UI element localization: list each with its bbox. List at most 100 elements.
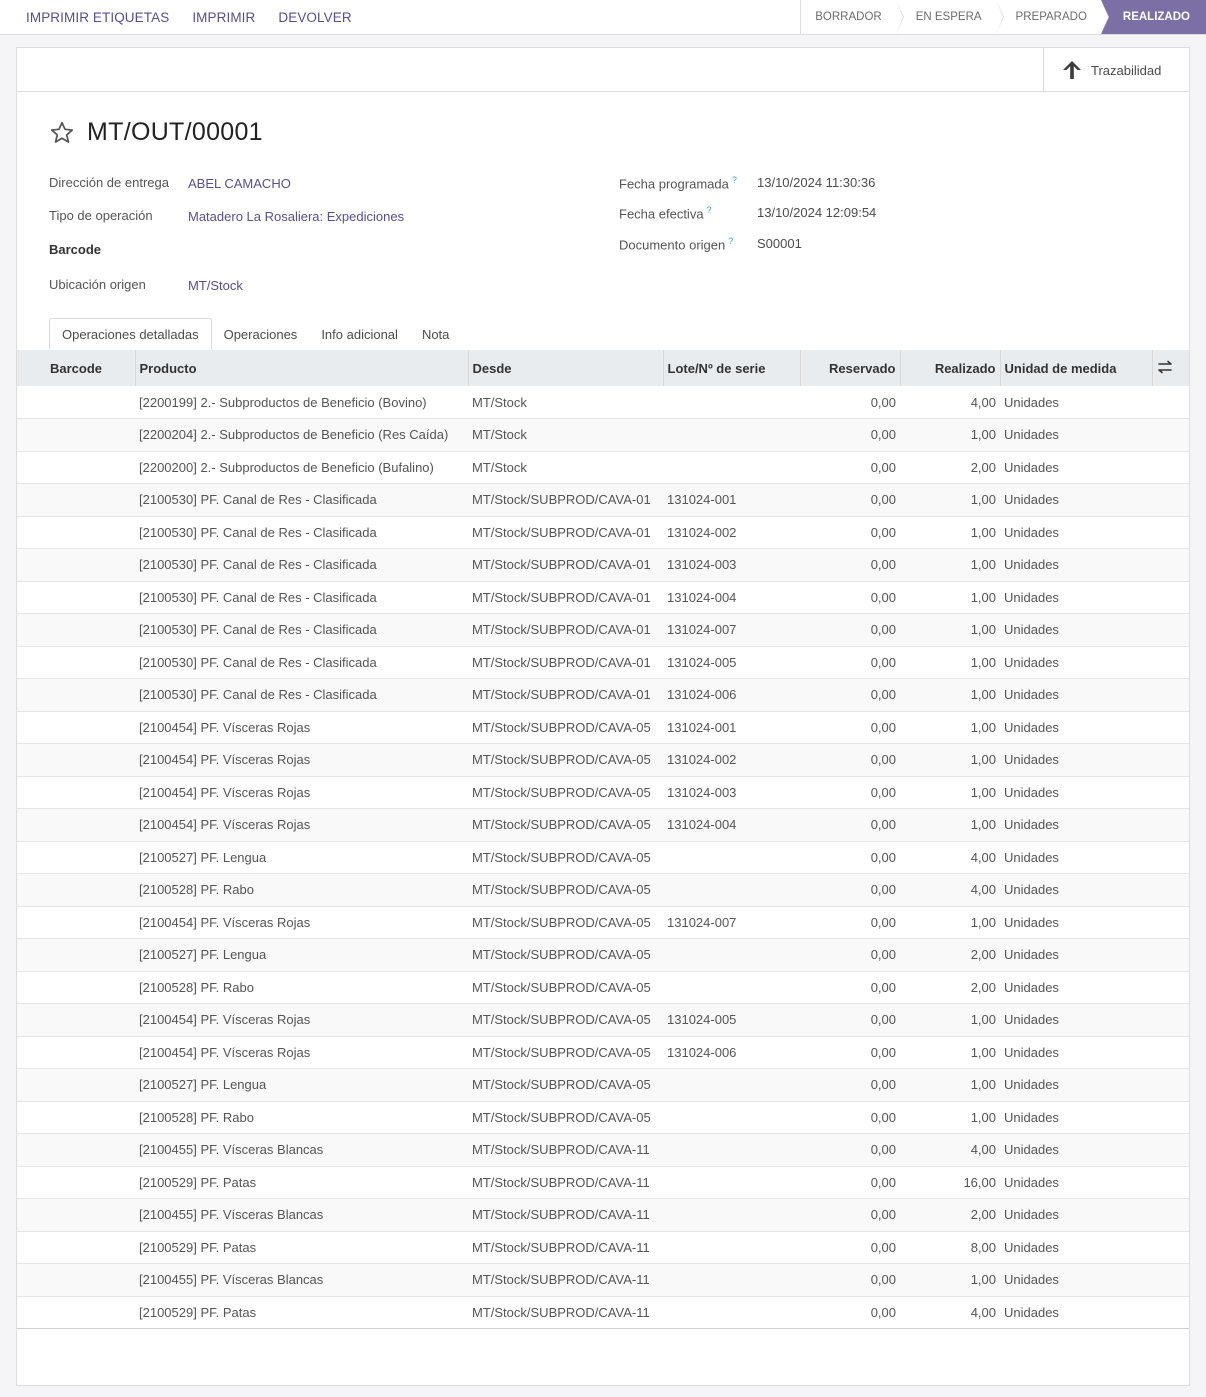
table-row[interactable]: [2100454] PF. Vísceras Rojas MT/Stock/SUB… [17,743,1189,777]
table-row[interactable]: [2100454] PF. Vísceras Rojas MT/Stock/SUB… [17,711,1189,744]
uom-cell: Unidades [1004,1207,1059,1223]
lot-cell [663,1199,800,1232]
stage-en-espera[interactable]: EN ESPERA [895,0,1004,34]
tab-additional-info[interactable]: Info adicional [309,318,410,350]
done-cell: 1,00 [970,1272,996,1288]
column-header-reserved[interactable]: Reservado [800,350,901,386]
table-row[interactable]: [2100454] PF. Vísceras Rojas MT/Stock/SUB… [17,1003,1189,1037]
source-location-label: Ubicación origen [49,277,146,292]
column-header-done[interactable]: Realizado [900,350,1001,386]
table-row[interactable]: [2100530] PF. Canal de Res - Clasificada… [17,548,1189,581]
table-row[interactable]: [2100527] PF. Lengua MT/Stock/SUBPROD/CAV… [17,841,1189,874]
product-cell: [2200200] 2.- Subproductos de Beneficio … [139,459,434,475]
uom-cell: Unidades [1004,589,1059,605]
table-row[interactable]: [2100454] PF. Vísceras Rojas MT/Stock/SUB… [17,1036,1189,1069]
control-panel: IMPRIMIR ETIQUETAS IMPRIMIR DEVOLVER BOR… [0,0,1206,35]
help-icon[interactable]: ? [707,205,712,215]
table-row[interactable]: [2100530] PF. Canal de Res - Clasificada… [17,516,1189,549]
table-row[interactable]: [2100530] PF. Canal de Res - Clasificada… [17,678,1189,712]
column-header-barcode[interactable]: Barcode [17,350,136,386]
star-icon[interactable] [49,120,75,146]
move-lines-table: Barcode Producto Desde Lote/Nº de serie … [17,350,1189,1329]
product-cell: [2100454] PF. Vísceras Rojas [139,914,311,930]
column-header-from[interactable]: Desde [468,350,664,386]
table-row[interactable]: [2100527] PF. Lengua MT/Stock/SUBPROD/CAV… [17,938,1189,971]
reserved-cell: 0,00 [870,1304,896,1320]
help-icon[interactable]: ? [732,175,737,185]
table-row[interactable]: [2100530] PF. Canal de Res - Clasificada… [17,646,1189,679]
reserved-cell: 0,00 [870,947,896,963]
column-header-lot[interactable]: Lote/Nº de serie [663,350,801,386]
done-cell: 1,00 [970,1012,996,1028]
table-row[interactable]: [2100454] PF. Vísceras Rojas MT/Stock/SUB… [17,776,1189,809]
done-cell: 1,00 [970,1077,996,1093]
table-row[interactable]: [2100530] PF. Canal de Res - Clasificada… [17,581,1189,614]
origin-document-label: Documento origen? [619,236,733,252]
barcode-cell [17,1231,135,1264]
stage-borrador[interactable]: BORRADOR [800,0,905,34]
delivery-address-label: Dirección de entrega [49,175,169,190]
operation-type-value[interactable]: Matadero La Rosaliera: Expediciones [188,209,404,224]
tab-note[interactable]: Nota [410,318,461,350]
table-row[interactable]: [2200199] 2.- Subproductos de Beneficio … [17,386,1189,419]
table-row[interactable]: [2100529] PF. Patas MT/Stock/SUBPROD/CAVA… [17,1296,1189,1329]
barcode-cell [17,744,135,777]
reserved-cell: 0,00 [870,654,896,670]
done-cell: 1,00 [970,622,996,638]
delivery-address-value[interactable]: ABEL CAMACHO [188,176,291,191]
table-row[interactable]: [2100528] PF. Rabo MT/Stock/SUBPROD/CAVA-… [17,971,1189,1004]
return-button[interactable]: DEVOLVER [278,10,351,25]
effective-date-label-text: Fecha efectiva [619,206,704,222]
print-labels-button[interactable]: IMPRIMIR ETIQUETAS [26,10,169,25]
done-cell: 1,00 [970,914,996,930]
traceability-button[interactable]: Trazabilidad [1043,48,1189,92]
optional-columns-toggle[interactable] [1152,350,1189,386]
reserved-cell: 0,00 [870,882,896,898]
operation-type-label: Tipo de operación [49,208,153,223]
uom-cell: Unidades [1004,557,1059,573]
table-header: Barcode Producto Desde Lote/Nº de serie … [17,350,1189,386]
barcode-cell [17,419,135,452]
table-row[interactable]: [2200204] 2.- Subproductos de Beneficio … [17,418,1189,452]
table-row[interactable]: [2100455] PF. Vísceras Blancas MT/Stock/S… [17,1198,1189,1232]
table-row[interactable]: [2100455] PF. Vísceras Blancas MT/Stock/S… [17,1263,1189,1296]
uom-cell: Unidades [1004,622,1059,638]
uom-cell: Unidades [1004,1012,1059,1028]
table-row[interactable]: [2200200] 2.- Subproductos de Beneficio … [17,451,1189,484]
table-row[interactable]: [2100529] PF. Patas MT/Stock/SUBPROD/CAVA… [17,1166,1189,1199]
from-cell: MT/Stock/SUBPROD/CAVA-05 [472,817,651,833]
table-row[interactable]: [2100528] PF. Rabo MT/Stock/SUBPROD/CAVA-… [17,1101,1189,1134]
sliders-icon [1157,360,1172,373]
table-row[interactable]: [2100454] PF. Vísceras Rojas MT/Stock/SUB… [17,906,1189,939]
source-location-value[interactable]: MT/Stock [188,278,243,293]
table-body: [2200199] 2.- Subproductos de Beneficio … [17,386,1189,1329]
uom-cell: Unidades [1004,1109,1059,1125]
column-header-product[interactable]: Producto [135,350,469,386]
table-row[interactable]: [2100530] PF. Canal de Res - Clasificada… [17,613,1189,646]
uom-cell: Unidades [1004,817,1059,833]
stage-realizado[interactable]: REALIZADO [1100,0,1206,34]
help-icon[interactable]: ? [728,236,733,246]
tab-operations[interactable]: Operaciones [212,318,310,350]
lot-cell [663,971,800,1004]
tab-detailed-operations[interactable]: Operaciones detalladas [49,318,212,350]
stage-preparado[interactable]: PREPARADO [995,0,1110,34]
table-row[interactable]: [2100455] PF. Vísceras Blancas MT/Stock/S… [17,1133,1189,1166]
print-button[interactable]: IMPRIMIR [192,10,255,25]
row-spacer-cell [1152,451,1189,484]
table-row[interactable]: [2100528] PF. Rabo MT/Stock/SUBPROD/CAVA-… [17,873,1189,906]
barcode-cell [17,1004,135,1037]
row-spacer-cell [1152,679,1189,712]
uom-cell: Unidades [1004,459,1059,475]
from-cell: MT/Stock/SUBPROD/CAVA-05 [472,914,651,930]
table-row[interactable]: [2100527] PF. Lengua MT/Stock/SUBPROD/CAV… [17,1068,1189,1101]
table-row[interactable]: [2100454] PF. Vísceras Rojas MT/Stock/SUB… [17,808,1189,841]
table-row[interactable]: [2100529] PF. Patas MT/Stock/SUBPROD/CAVA… [17,1231,1189,1264]
table-row[interactable]: [2100530] PF. Canal de Res - Clasificada… [17,483,1189,516]
column-header-uom[interactable]: Unidad de medida [1000,350,1153,386]
from-cell: MT/Stock/SUBPROD/CAVA-01 [472,524,651,540]
scheduled-date-value: 13/10/2024 11:30:36 [757,175,876,190]
row-spacer-cell [1152,1004,1189,1037]
barcode-cell [17,451,135,484]
record-title: MT/OUT/00001 [87,118,263,146]
